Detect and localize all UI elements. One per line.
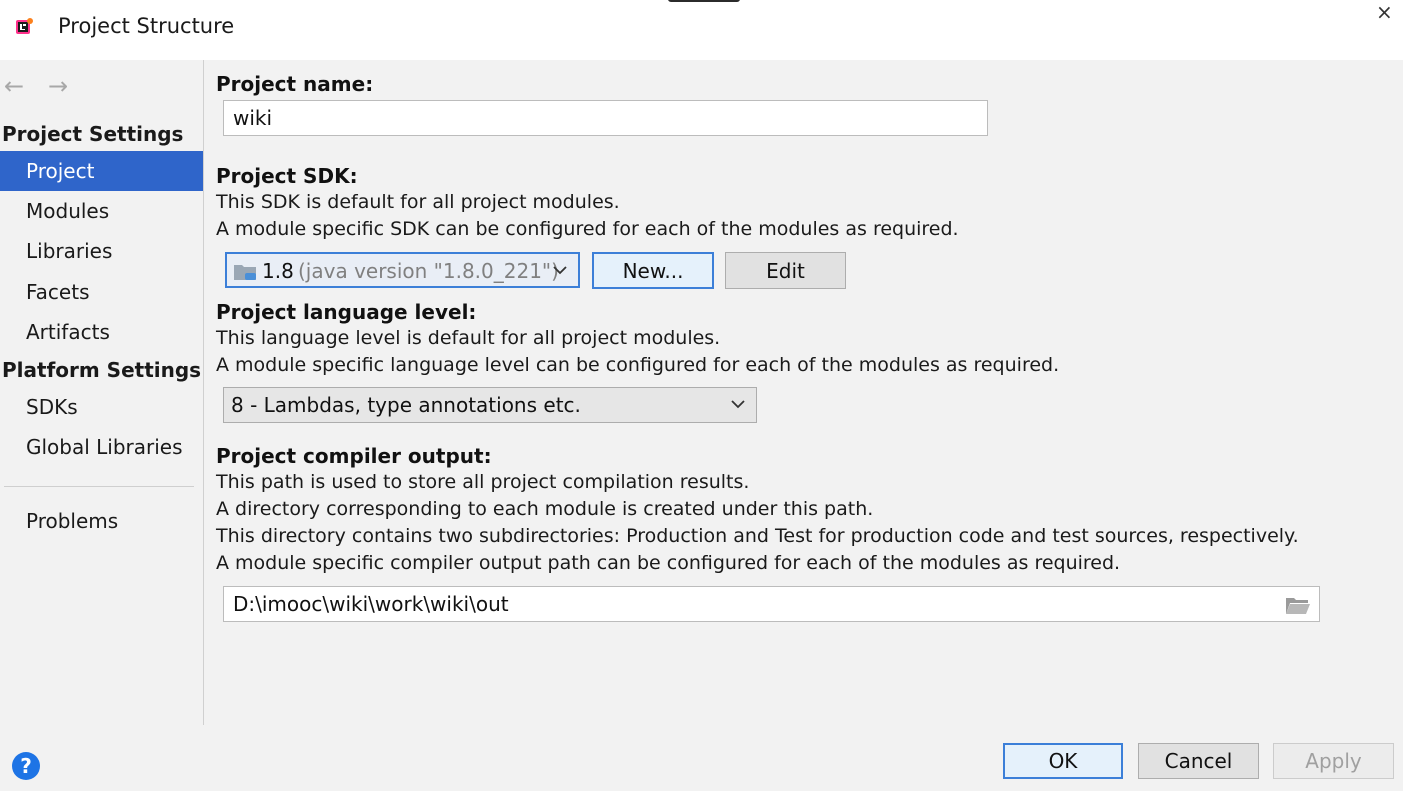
app-logo-icon: [16, 18, 33, 34]
sdk-description-2: A module specific SDK can be configured …: [216, 218, 959, 240]
language-description-2: A module specific language level can be …: [216, 354, 1060, 376]
sidebar-item-project[interactable]: Project: [0, 151, 203, 191]
language-level-select[interactable]: 8 - Lambdas, type annotations etc.: [223, 387, 757, 423]
sdk-description-1: This SDK is default for all project modu…: [216, 191, 620, 213]
sidebar-item-libraries[interactable]: Libraries: [0, 231, 203, 271]
sdk-selected-version: 1.8: [262, 259, 294, 283]
compiler-output-path: D:\imooc\wiki\work\wiki\out: [233, 592, 509, 616]
help-icon[interactable]: ?: [12, 752, 40, 780]
section-header-project-settings: Project Settings: [2, 122, 184, 146]
output-description-2: A directory corresponding to each module…: [216, 498, 874, 520]
project-name-label: Project name:: [216, 72, 374, 96]
output-description-1: This path is used to store all project c…: [216, 471, 750, 493]
project-name-input[interactable]: wiki: [223, 100, 988, 136]
back-arrow-icon[interactable]: ←: [4, 72, 24, 100]
language-level-label: Project language level:: [216, 300, 477, 324]
output-description-3: This directory contains two subdirectori…: [216, 525, 1299, 547]
chevron-down-icon: [731, 400, 745, 409]
sidebar-item-facets[interactable]: Facets: [0, 272, 203, 312]
sidebar-item-artifacts[interactable]: Artifacts: [0, 312, 203, 352]
language-level-value: 8 - Lambdas, type annotations etc.: [231, 393, 581, 417]
ok-button[interactable]: OK: [1003, 743, 1123, 779]
compiler-output-label: Project compiler output:: [216, 444, 492, 468]
cancel-button[interactable]: Cancel: [1138, 743, 1259, 779]
window-title: Project Structure: [58, 14, 235, 38]
project-sdk-select[interactable]: 1.8 (java version "1.8.0_221"): [225, 252, 580, 288]
folder-icon: [234, 265, 256, 280]
chevron-down-icon: [553, 266, 567, 275]
sidebar-divider: [4, 486, 194, 487]
sidebar: ← → Project Settings Project Modules Lib…: [0, 60, 204, 725]
language-description-1: This language level is default for all p…: [216, 327, 721, 349]
sidebar-item-sdks[interactable]: SDKs: [0, 387, 203, 427]
window-drag-handle[interactable]: [668, 0, 740, 2]
forward-arrow-icon[interactable]: →: [48, 72, 68, 100]
project-sdk-label: Project SDK:: [216, 164, 358, 188]
sdk-edit-button[interactable]: Edit: [725, 252, 846, 289]
project-name-value: wiki: [233, 106, 273, 130]
compiler-output-input[interactable]: D:\imooc\wiki\work\wiki\out: [223, 586, 1320, 622]
sidebar-item-global-libraries[interactable]: Global Libraries: [0, 427, 203, 467]
browse-folder-icon[interactable]: [1285, 595, 1311, 615]
sidebar-item-modules[interactable]: Modules: [0, 191, 203, 231]
sdk-version-detail: (java version "1.8.0_221"): [298, 259, 559, 283]
project-settings-panel: Project name: wiki Project SDK: This SDK…: [204, 60, 1403, 725]
apply-button[interactable]: Apply: [1273, 743, 1394, 779]
output-description-4: A module specific compiler output path c…: [216, 552, 1121, 574]
sdk-new-button[interactable]: New...: [592, 252, 714, 289]
close-icon[interactable]: ×: [1376, 0, 1393, 24]
title-bar: Project Structure ×: [0, 0, 1403, 60]
sidebar-item-problems[interactable]: Problems: [0, 501, 203, 541]
section-header-platform-settings: Platform Settings: [2, 358, 202, 382]
